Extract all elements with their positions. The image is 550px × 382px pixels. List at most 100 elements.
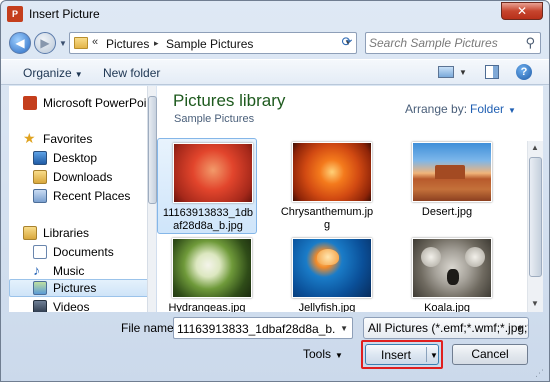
music-icon: ♪: [33, 262, 40, 278]
view-options-dropdown-icon[interactable]: ▼: [459, 68, 467, 77]
nav-item-label: Pictures: [53, 281, 97, 295]
arrow-right-icon: ▶: [40, 36, 50, 50]
scroll-up-icon[interactable]: ▲: [531, 143, 539, 152]
nav-item-label: Favorites: [43, 132, 93, 146]
file-name: Jellyfish.jpg: [298, 302, 356, 312]
search-input[interactable]: [369, 35, 519, 51]
desktop-icon: [33, 151, 47, 165]
insert-label: Insert: [380, 348, 411, 362]
nav-item-desktop[interactable]: Desktop: [9, 149, 149, 167]
library-scrollbar-thumb[interactable]: [529, 157, 542, 277]
file-name-dropdown-icon[interactable]: ▼: [340, 324, 348, 333]
nav-item-label: Documents: [53, 245, 114, 259]
file-thumbnail: [412, 238, 492, 298]
nav-item-label: Libraries: [43, 226, 90, 240]
arrange-by-label: Arrange by:: [405, 102, 468, 116]
back-button[interactable]: ◀: [9, 32, 31, 54]
nav-item-recent-places[interactable]: Recent Places: [9, 187, 149, 205]
help-icon[interactable]: ?: [516, 64, 532, 80]
resize-grip-icon[interactable]: ⋰: [535, 368, 544, 379]
file-thumbnail: [173, 143, 253, 203]
file-name: Chrysanthemum.jpg: [280, 206, 374, 231]
file-item[interactable]: Chrysanthemum.jpg: [277, 138, 377, 234]
chevron-down-icon: ▼: [335, 351, 343, 360]
file-item[interactable]: Jellyfish.jpg: [277, 234, 377, 312]
library-subtitle: Sample Pictures: [174, 113, 255, 125]
pictures-icon: [33, 281, 47, 295]
search-icon[interactable]: ⚲: [525, 35, 535, 51]
file-item[interactable]: 11163913833_1dbaf28d8a_b.jpg: [157, 138, 257, 234]
navigation-scrollbar[interactable]: [147, 86, 157, 312]
powerpoint-app-icon: P: [7, 6, 23, 22]
organize-button[interactable]: Organize ▼: [23, 66, 83, 80]
chevron-down-icon: ▼: [74, 70, 83, 79]
star-icon: ★: [23, 130, 36, 146]
title-bar: P Insert Picture ✕: [1, 1, 549, 27]
nav-item-label: Recent Places: [53, 189, 131, 203]
forward-button[interactable]: ▶: [34, 32, 56, 54]
file-thumbnail: [292, 238, 372, 298]
tools-button[interactable]: Tools ▼: [303, 347, 343, 361]
nav-item-downloads[interactable]: Downloads: [9, 168, 149, 186]
nav-item-label: Microsoft PowerPoin: [43, 96, 154, 110]
videos-icon: [33, 300, 47, 312]
downloads-icon: [33, 170, 47, 184]
new-folder-button[interactable]: New folder: [103, 66, 160, 80]
file-name-input[interactable]: [177, 321, 335, 336]
nav-item-pictures[interactable]: Pictures: [9, 279, 149, 297]
file-name-combobox: ▼: [173, 317, 353, 339]
arrange-by-dropdown[interactable]: Folder ▼: [470, 102, 516, 116]
nav-item-videos[interactable]: Videos: [9, 298, 149, 312]
powerpoint-icon: [23, 96, 37, 110]
library-title: Pictures library: [173, 91, 286, 110]
file-type-filter[interactable]: All Pictures (*.emf;*.wmf;*.jpg;* ▼: [363, 317, 529, 339]
address-overflow-chevron[interactable]: «: [92, 36, 98, 48]
nav-item-label: Downloads: [53, 170, 113, 184]
close-button[interactable]: ✕: [501, 2, 543, 20]
library-scrollbar[interactable]: ▲ ▼: [527, 141, 543, 312]
folder-icon: [74, 37, 88, 49]
navigation-scrollbar-thumb[interactable]: [148, 96, 157, 204]
nav-item-microsoft-powerpoint[interactable]: Microsoft PowerPoin: [9, 94, 153, 112]
nav-item-label: Music: [53, 264, 85, 278]
preview-pane-icon[interactable]: [485, 65, 499, 79]
command-toolbar: Organize ▼ New folder ▼ ?: [1, 59, 549, 85]
file-name: Hydrangeas.jpg: [168, 302, 246, 312]
insert-button[interactable]: Insert ▼: [365, 344, 439, 365]
recent-locations-dropdown[interactable]: ▼: [59, 39, 67, 48]
recent-places-icon: [33, 189, 47, 203]
breadcrumb-sample-pictures[interactable]: Sample Pictures: [166, 37, 253, 51]
nav-item-libraries[interactable]: Libraries: [9, 224, 149, 242]
arrange-by-value: Folder: [470, 102, 505, 116]
address-bar[interactable]: « Pictures ▸ Sample Pictures ▼: [69, 32, 357, 54]
file-item[interactable]: Desert.jpg: [397, 138, 497, 234]
file-thumbnail: [172, 238, 252, 298]
split-divider: [426, 347, 427, 362]
file-name: Koala.jpg: [424, 302, 470, 312]
window-title: Insert Picture: [29, 7, 100, 21]
address-row: ◀ ▶ ▼ « Pictures ▸ Sample Pictures ▼ ⟳ ⚲: [1, 29, 549, 57]
file-item[interactable]: Hydrangeas.jpg: [157, 234, 257, 312]
change-view-icon[interactable]: [438, 66, 454, 78]
breadcrumb-separator-icon[interactable]: ▸: [154, 38, 159, 49]
scroll-down-icon[interactable]: ▼: [531, 299, 539, 308]
search-box: ⚲: [365, 32, 541, 54]
file-thumbnail: [412, 142, 492, 202]
nav-item-favorites[interactable]: ★ Favorites: [9, 130, 149, 148]
breadcrumb-pictures[interactable]: Pictures: [106, 37, 149, 51]
nav-item-label: Desktop: [53, 151, 98, 165]
documents-icon: [33, 245, 47, 259]
cancel-button[interactable]: Cancel: [452, 344, 528, 365]
insert-options-dropdown-icon[interactable]: ▼: [430, 351, 438, 360]
libraries-icon: [23, 226, 37, 240]
insert-picture-dialog: P Insert Picture ✕ ◀ ▶ ▼ « Pictures ▸ Sa…: [0, 0, 550, 382]
library-pane: Pictures library Sample Pictures Arrange…: [157, 86, 543, 312]
refresh-icon[interactable]: ⟳: [339, 34, 355, 50]
file-item[interactable]: Koala.jpg: [397, 234, 497, 312]
nav-item-music[interactable]: ♪ Music: [9, 262, 149, 280]
navigation-pane: Microsoft PowerPoin ★ Favorites Desktop …: [9, 86, 155, 312]
nav-item-documents[interactable]: Documents: [9, 243, 149, 261]
file-type-filter-value: All Pictures (*.emf;*.wmf;*.jpg;*: [368, 321, 529, 335]
organize-label: Organize: [23, 66, 72, 80]
chevron-down-icon: ▼: [516, 324, 524, 333]
